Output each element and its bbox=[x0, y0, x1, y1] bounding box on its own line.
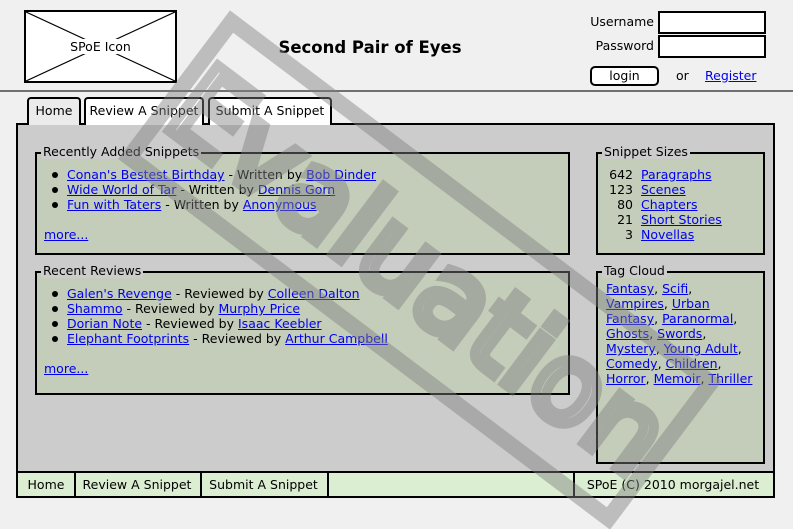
footer-submit-link[interactable]: Submit A Snippet bbox=[200, 473, 329, 496]
logo-label: SPoE Icon bbox=[67, 39, 134, 54]
size-count: 123 bbox=[609, 182, 633, 197]
reviewer-link[interactable]: Isaac Keebler bbox=[238, 316, 322, 331]
reviewer-link[interactable]: Colleen Dalton bbox=[268, 286, 360, 301]
size-row: 21 Short Stories bbox=[598, 212, 722, 227]
list-item-separator: - Reviewed by bbox=[171, 286, 268, 301]
site-header: SPoE Icon Second Pair of Eyes Username P… bbox=[0, 0, 793, 92]
snippet-link[interactable]: Fun with Taters bbox=[67, 197, 161, 212]
size-row: 642 Paragraphs bbox=[598, 167, 722, 182]
tag-link[interactable]: Horror bbox=[606, 371, 646, 386]
tag-link[interactable]: Ghosts bbox=[606, 326, 649, 341]
size-link[interactable]: Scenes bbox=[641, 182, 686, 197]
footer-review-link[interactable]: Review A Snippet bbox=[74, 473, 202, 496]
site-logo: SPoE Icon bbox=[24, 10, 177, 83]
reviewer-link[interactable]: Murphy Price bbox=[219, 301, 301, 316]
username-input[interactable] bbox=[658, 11, 766, 34]
snippet-sizes-title: Snippet Sizes bbox=[602, 144, 690, 159]
footer-spacer bbox=[327, 473, 575, 496]
list-item: Elephant Footprints - Reviewed by Arthur… bbox=[37, 331, 388, 346]
tag-cloud-title: Tag Cloud bbox=[602, 263, 667, 278]
size-count: 80 bbox=[617, 197, 633, 212]
list-item: Wide World of Tar - Written by Dennis Go… bbox=[37, 182, 376, 197]
tag-link[interactable]: Children bbox=[666, 356, 718, 371]
reviewer-link[interactable]: Arthur Campbell bbox=[285, 331, 388, 346]
password-input[interactable] bbox=[658, 35, 766, 58]
footer-home-link[interactable]: Home bbox=[18, 473, 76, 496]
size-link[interactable]: Novellas bbox=[641, 227, 694, 242]
recent-snippets-title: Recently Added Snippets bbox=[41, 144, 202, 159]
size-count: 3 bbox=[625, 227, 633, 242]
list-item-separator: - Reviewed by bbox=[189, 331, 286, 346]
tag-link[interactable]: Fantasy bbox=[606, 281, 654, 296]
recent-snippets-panel: Recently Added Snippets Conan's Bestest … bbox=[35, 145, 570, 255]
size-row: 80 Chapters bbox=[598, 197, 722, 212]
tag-cloud-panel: Tag Cloud Fantasy, Scifi, Vampires, Urba… bbox=[596, 264, 765, 464]
site-footer: Home Review A Snippet Submit A Snippet S… bbox=[16, 471, 775, 498]
snippet-link[interactable]: Elephant Footprints bbox=[67, 331, 189, 346]
size-row: 3 Novellas bbox=[598, 227, 722, 242]
recent-snippets-list: Conan's Bestest Birthday - Written by Bo… bbox=[37, 167, 376, 212]
size-link[interactable]: Paragraphs bbox=[641, 167, 712, 182]
list-item: Galen's Revenge - Reviewed by Colleen Da… bbox=[37, 286, 388, 301]
footer-copyright: SPoE (C) 2010 morgajel.net bbox=[586, 477, 760, 492]
tag-link[interactable]: Vampires bbox=[606, 296, 664, 311]
snippet-link[interactable]: Wide World of Tar bbox=[67, 182, 176, 197]
snippet-sizes-panel: Snippet Sizes 642 Paragraphs 123 Scenes 80… bbox=[596, 145, 765, 255]
tab-submit-snippet[interactable]: Submit A Snippet bbox=[208, 97, 332, 125]
more-reviews-link[interactable]: more... bbox=[44, 361, 88, 376]
snippet-link[interactable]: Shammo bbox=[67, 301, 123, 316]
snippet-link[interactable]: Conan's Bestest Birthday bbox=[67, 167, 225, 182]
tag-link[interactable]: Thriller bbox=[708, 371, 752, 386]
author-link[interactable]: Anonymous bbox=[243, 197, 317, 212]
size-row: 123 Scenes bbox=[598, 182, 722, 197]
size-link[interactable]: Short Stories bbox=[641, 212, 722, 227]
snippet-sizes-list: 642 Paragraphs 123 Scenes 80 Chapters 21 Sho… bbox=[598, 167, 722, 242]
register-link[interactable]: Register bbox=[705, 68, 756, 83]
list-item: Shammo - Reviewed by Murphy Price bbox=[37, 301, 388, 316]
size-link[interactable]: Chapters bbox=[641, 197, 698, 212]
tag-link[interactable]: Scifi bbox=[662, 281, 688, 296]
username-label: Username bbox=[590, 14, 654, 29]
snippet-link[interactable]: Galen's Revenge bbox=[67, 286, 172, 301]
tag-link[interactable]: Memoir bbox=[654, 371, 701, 386]
login-button[interactable]: login bbox=[590, 66, 659, 86]
page-title: Second Pair of Eyes bbox=[278, 38, 462, 57]
password-label: Password bbox=[595, 38, 654, 53]
recent-reviews-list: Galen's Revenge - Reviewed by Colleen Da… bbox=[37, 286, 388, 346]
author-link[interactable]: Dennis Gorn bbox=[258, 182, 335, 197]
tab-home[interactable]: Home bbox=[27, 97, 81, 125]
or-text: or bbox=[676, 68, 689, 83]
size-count: 21 bbox=[617, 212, 633, 227]
list-item: Dorian Note - Reviewed by Isaac Keebler bbox=[37, 316, 388, 331]
list-item: Conan's Bestest Birthday - Written by Bo… bbox=[37, 167, 376, 182]
list-item-separator: - Written by bbox=[161, 197, 243, 212]
tag-link[interactable]: Young Adult bbox=[664, 341, 738, 356]
list-item-separator: - Reviewed by bbox=[142, 316, 238, 331]
tag-cloud-list: Fantasy, Scifi, Vampires, Urban Fantasy,… bbox=[606, 281, 753, 386]
list-item-separator: - Reviewed by bbox=[122, 301, 219, 316]
list-item: Fun with Taters - Written by Anonymous bbox=[37, 197, 376, 212]
tag-link[interactable]: Comedy bbox=[606, 356, 658, 371]
author-link[interactable]: Bob Dinder bbox=[306, 167, 376, 182]
tab-review-snippet[interactable]: Review A Snippet bbox=[84, 97, 204, 125]
tag-link[interactable]: Swords bbox=[657, 326, 702, 341]
recent-reviews-panel: Recent Reviews Galen's Revenge - Reviewe… bbox=[35, 264, 570, 395]
main-content: Recently Added Snippets Conan's Bestest … bbox=[16, 123, 775, 473]
size-count: 642 bbox=[609, 167, 633, 182]
snippet-link[interactable]: Dorian Note bbox=[67, 316, 142, 331]
list-item-separator: - Written by bbox=[224, 167, 307, 182]
tag-link[interactable]: Mystery bbox=[606, 341, 656, 356]
more-snippets-link[interactable]: more... bbox=[44, 227, 88, 242]
tag-link[interactable]: Paranormal bbox=[662, 311, 733, 326]
recent-reviews-title: Recent Reviews bbox=[41, 263, 144, 278]
list-item-separator: - Written by bbox=[176, 182, 258, 197]
